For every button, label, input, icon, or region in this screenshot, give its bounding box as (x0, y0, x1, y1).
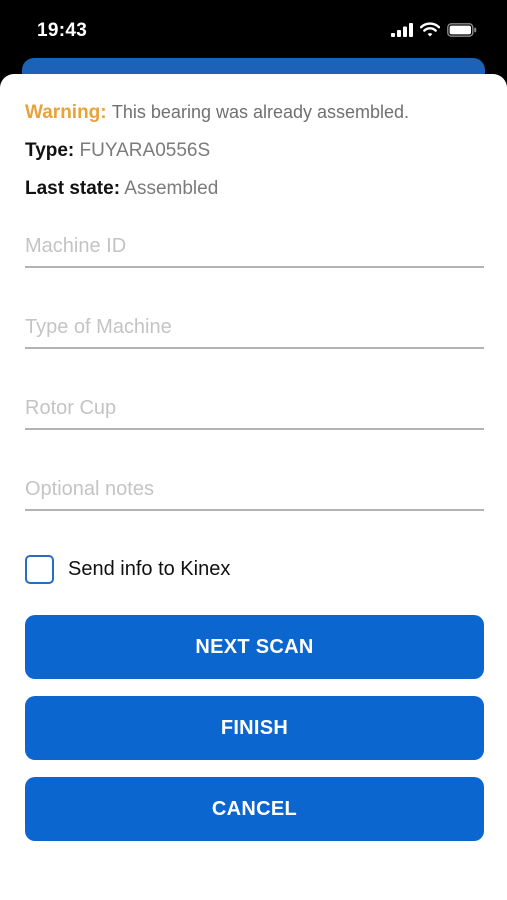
status-bar: 19:43 (0, 0, 507, 66)
machine-id-input[interactable] (25, 226, 484, 268)
status-icons (391, 22, 477, 37)
send-info-option[interactable]: Send info to Kinex (25, 555, 230, 584)
warning-text: This bearing was already assembled. (111, 102, 410, 122)
last-state-value: Assembled (124, 178, 219, 199)
cancel-button[interactable]: CANCEL (25, 777, 484, 841)
type-value: FUYARA0556S (79, 140, 211, 161)
bearing-type-line: Type: FUYARA0556S (25, 140, 210, 162)
send-info-checkbox[interactable] (25, 555, 54, 584)
type-label: Type: (25, 140, 75, 161)
send-info-label[interactable]: Send info to Kinex (68, 558, 230, 581)
finish-button[interactable]: FINISH (25, 696, 484, 760)
battery-icon (447, 22, 477, 37)
last-state-label: Last state: (25, 178, 121, 199)
warning-label: Warning: (25, 102, 107, 123)
next-scan-button[interactable]: NEXT SCAN (25, 615, 484, 679)
cellular-signal-icon (391, 22, 413, 37)
optional-notes-input[interactable] (25, 469, 484, 511)
last-state-line: Last state: Assembled (25, 178, 218, 200)
wifi-icon (420, 22, 440, 37)
warning-message: Warning: This bearing was already assemb… (25, 102, 409, 124)
status-time: 19:43 (37, 20, 88, 41)
machine-type-input[interactable] (25, 307, 484, 349)
rotor-cup-input[interactable] (25, 388, 484, 430)
